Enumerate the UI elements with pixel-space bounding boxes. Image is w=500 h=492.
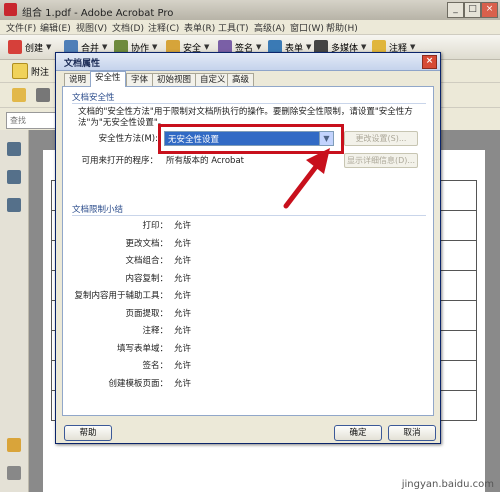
- restriction-value: 允许: [174, 361, 192, 371]
- tab-security[interactable]: 安全性: [90, 71, 126, 87]
- menu-help[interactable]: 帮助(H): [326, 21, 358, 34]
- menu-bar: 文件(F) 编辑(E) 视图(V) 文档(D) 注释(C) 表单(R) 工具(T…: [0, 20, 500, 35]
- security-method-label: 安全性方法(M):: [98, 134, 158, 144]
- tab-advanced[interactable]: 高级: [227, 73, 255, 87]
- restriction-value: 允许: [174, 343, 192, 354]
- menu-document[interactable]: 文档(D): [112, 21, 144, 34]
- acrobat-logo-icon: [4, 3, 17, 16]
- section-divider: [72, 215, 426, 216]
- restriction-value: 允许: [174, 326, 192, 336]
- menu-comments[interactable]: 注释(C): [148, 21, 179, 34]
- close-button[interactable]: ×: [481, 2, 498, 18]
- restriction-label: 页面提取：: [125, 308, 168, 319]
- cancel-button[interactable]: 取消: [388, 425, 436, 441]
- openable-by-label: 可用来打开的程序：: [81, 156, 158, 166]
- restriction-value: 允许: [174, 256, 192, 266]
- menu-forms[interactable]: 表单(R): [184, 21, 215, 34]
- restriction-value: 允许: [174, 221, 192, 231]
- bookmarks-icon[interactable]: [7, 170, 21, 184]
- print-icon[interactable]: [36, 88, 50, 102]
- watermark-text: jingyan.baidu.com: [401, 479, 494, 490]
- restriction-label: 打印：: [142, 221, 168, 231]
- change-settings-button[interactable]: 更改设置(S)...: [344, 131, 418, 146]
- sticky-note-icon: [12, 63, 28, 79]
- tab-initial-view[interactable]: 初始视图: [152, 73, 197, 87]
- restriction-value: 允许: [174, 308, 192, 319]
- open-folder-icon[interactable]: [12, 88, 26, 102]
- pages-icon[interactable]: [7, 142, 21, 156]
- attachments-icon[interactable]: [7, 466, 21, 480]
- menu-file[interactable]: 文件(F): [6, 21, 36, 34]
- restriction-value: 允许: [174, 378, 192, 389]
- restriction-label: 签名：: [142, 361, 168, 371]
- section-divider: [72, 103, 426, 104]
- help-button[interactable]: 帮助: [64, 425, 112, 441]
- create-button[interactable]: 创建 ▼: [8, 39, 51, 55]
- app-titlebar: 组合 1.pdf - Adobe Acrobat Pro _ □ ×: [0, 0, 500, 21]
- security-section-title: 文档安全性: [72, 93, 115, 103]
- tab-description[interactable]: 说明: [64, 73, 92, 87]
- navigation-panel: [0, 130, 29, 492]
- highlight-box: [158, 124, 344, 154]
- menu-edit[interactable]: 编辑(E): [40, 21, 71, 34]
- restriction-value: 允许: [174, 238, 192, 249]
- tab-fonts[interactable]: 字体: [126, 73, 154, 87]
- minimize-button[interactable]: _: [447, 2, 464, 18]
- show-details-button[interactable]: 显示详细信息(D)...: [344, 153, 418, 168]
- window-title: 组合 1.pdf - Adobe Acrobat Pro: [22, 8, 174, 19]
- dialog-close-button[interactable]: ×: [422, 55, 437, 69]
- restriction-value: 允许: [174, 273, 192, 284]
- menu-window[interactable]: 窗口(W): [290, 21, 324, 34]
- restriction-label: 内容复制：: [125, 273, 168, 284]
- menu-view[interactable]: 视图(V): [76, 21, 107, 34]
- attach-note-button[interactable]: 附注: [12, 63, 49, 79]
- menu-advanced[interactable]: 高级(A): [254, 21, 285, 34]
- maximize-button[interactable]: □: [464, 2, 481, 18]
- tab-custom[interactable]: 自定义: [195, 73, 231, 87]
- restriction-label: 复制内容用于辅助工具：: [74, 291, 168, 301]
- restriction-label: 更改文档：: [125, 238, 168, 249]
- openable-by-value: 所有版本的 Acrobat: [166, 156, 244, 166]
- restriction-label: 填写表单域：: [116, 343, 168, 354]
- document-properties-dialog: 文档属性 × 说明 安全性 字体 初始视图 自定义 高级 文档安全性 文档的"安…: [55, 52, 441, 444]
- restriction-value: 允许: [174, 291, 192, 301]
- signatures-icon[interactable]: [7, 198, 21, 212]
- restriction-label: 创建模板页面：: [108, 378, 168, 389]
- restrictions-section-title: 文档限制小结: [72, 205, 124, 215]
- restriction-label: 注释：: [142, 326, 168, 336]
- menu-tools[interactable]: 工具(T): [218, 21, 249, 34]
- ok-button[interactable]: 确定: [334, 425, 382, 441]
- dialog-title: 文档属性: [64, 59, 101, 69]
- restriction-label: 文档组合：: [125, 256, 168, 266]
- create-pdf-icon: [8, 40, 22, 54]
- dialog-titlebar: 文档属性 ×: [56, 53, 440, 71]
- comments-panel-icon[interactable]: [7, 438, 21, 452]
